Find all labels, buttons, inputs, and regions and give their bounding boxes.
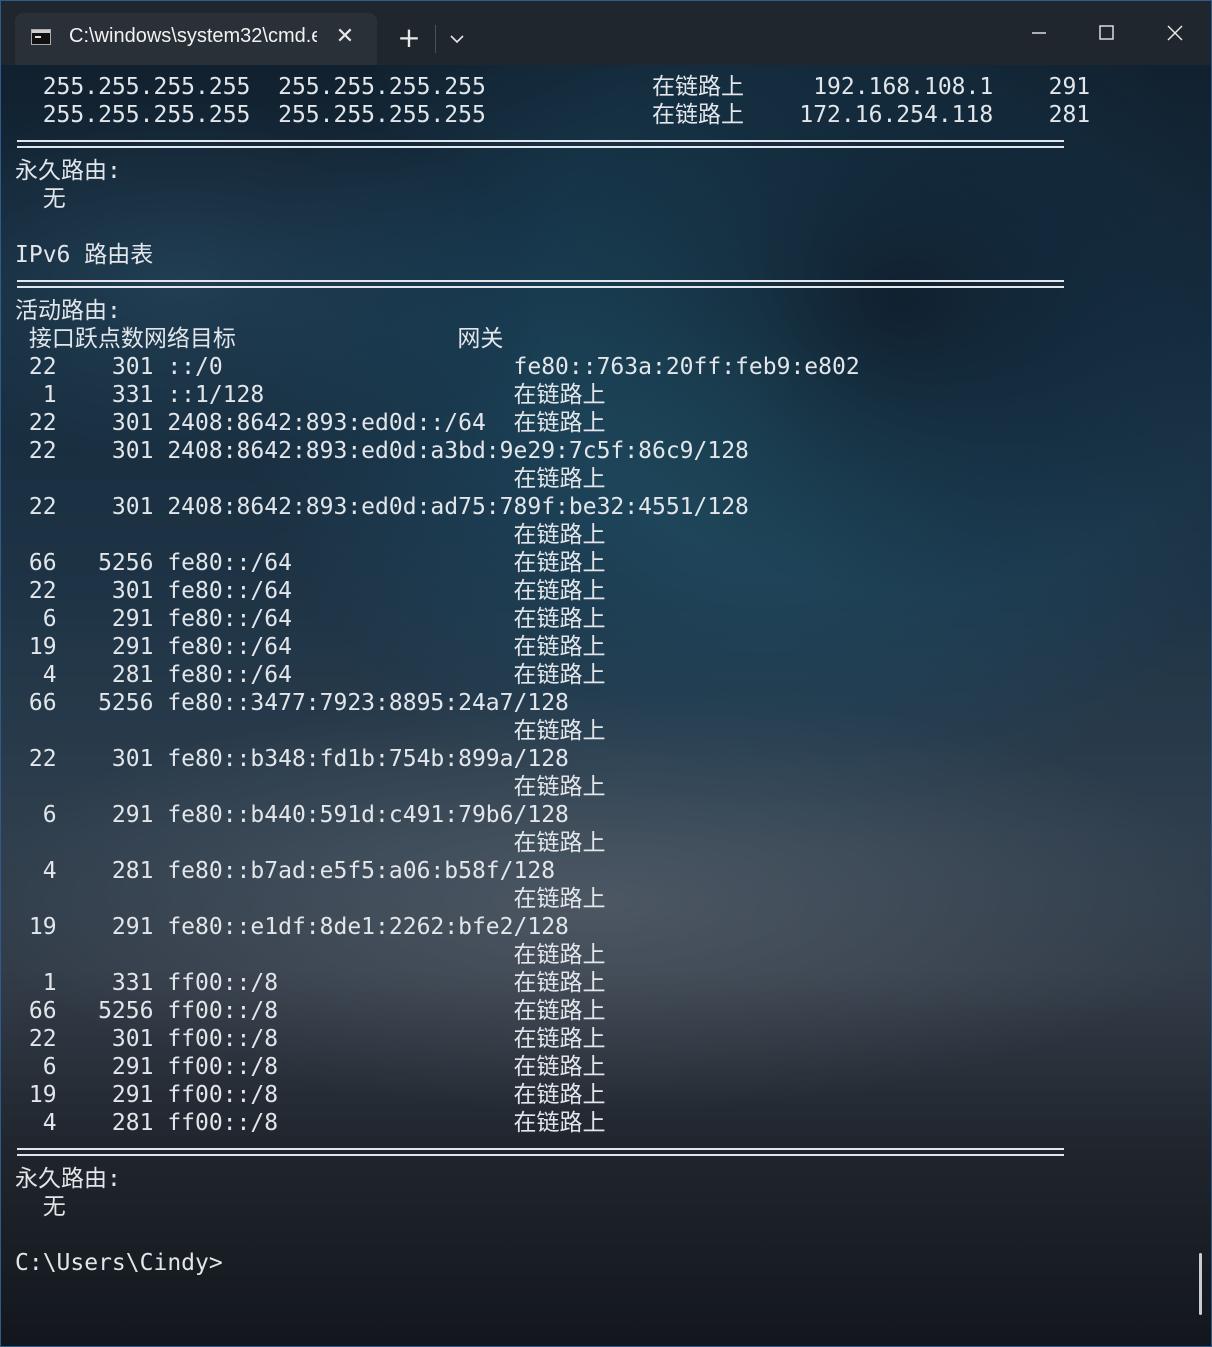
console-line: 在链路上 — [15, 886, 606, 912]
console-line: 22 301 ff00::/8 在链路上 — [15, 1026, 606, 1052]
terminal-window: C:\windows\system32\cmd.exe ✕ + 255.255.… — [0, 0, 1212, 1347]
console-line: 永久路由: — [15, 1166, 121, 1192]
maximize-icon — [1099, 25, 1114, 40]
console-line: 22 301 ::/0 fe80::763a:20ff:feb9:e802 — [15, 354, 860, 380]
console-line: 6 291 fe80::b440:591d:c491:79b6/128 — [15, 802, 569, 828]
console-line: 6 291 fe80::/64 在链路上 — [15, 606, 606, 632]
tab-divider — [435, 25, 436, 53]
console-line: 19 291 fe80::e1df:8de1:2262:bfe2/128 — [15, 914, 569, 940]
tab-cmd[interactable]: C:\windows\system32\cmd.exe ✕ — [15, 13, 377, 65]
console-line: 6 291 ff00::/8 在链路上 — [15, 1054, 606, 1080]
close-window-button[interactable] — [1141, 1, 1209, 63]
scrollbar-thumb[interactable] — [1199, 1253, 1202, 1315]
console-line: 接口跃点数网络目标 网关 — [15, 326, 504, 352]
console-line: 66 5256 fe80::3477:7923:8895:24a7/128 — [15, 690, 569, 716]
console-line: 4 281 fe80::/64 在链路上 — [15, 662, 606, 688]
title-bar[interactable]: C:\windows\system32\cmd.exe ✕ + — [1, 1, 1211, 65]
console-line: 66 5256 ff00::/8 在链路上 — [15, 998, 606, 1024]
console-line: IPv6 路由表 — [15, 242, 154, 268]
console-output[interactable]: 255.255.255.255 255.255.255.255 在链路上 192… — [15, 73, 1185, 1333]
close-icon[interactable]: ✕ — [331, 23, 359, 51]
console-line: 在链路上 — [15, 942, 606, 968]
console-line: C:\Users\Cindy> — [15, 1250, 223, 1276]
plus-icon[interactable]: + — [391, 21, 427, 57]
console-line: 1 331 ff00::/8 在链路上 — [15, 970, 606, 996]
console-line: 在链路上 — [15, 830, 606, 856]
minimize-icon — [1032, 32, 1046, 34]
tab-title: C:\windows\system32\cmd.exe — [69, 25, 317, 47]
console-line: 在链路上 — [15, 774, 606, 800]
separator-rule — [15, 1137, 1185, 1165]
console-line: 活动路由: — [15, 298, 121, 324]
separator-rule — [15, 129, 1185, 157]
console-line: 4 281 ff00::/8 在链路上 — [15, 1110, 606, 1136]
minimize-button[interactable] — [1005, 1, 1073, 63]
maximize-button[interactable] — [1073, 1, 1141, 63]
console-line: 255.255.255.255 255.255.255.255 在链路上 172… — [15, 102, 1091, 128]
console-line: 22 301 2408:8642:893:ed0d:ad75:789f:be32… — [15, 494, 749, 520]
console-line: 1 331 ::1/128 在链路上 — [15, 382, 606, 408]
console-line: 19 291 ff00::/8 在链路上 — [15, 1082, 606, 1108]
separator-rule — [15, 269, 1185, 297]
close-icon — [1167, 25, 1183, 41]
chevron-down-icon[interactable] — [441, 21, 473, 57]
console-line: 22 301 2408:8642:893:ed0d:a3bd:9e29:7c5f… — [15, 438, 749, 464]
console-line: 在链路上 — [15, 466, 606, 492]
console-line: 永久路由: — [15, 158, 121, 184]
console-line: 在链路上 — [15, 522, 606, 548]
console-line: 66 5256 fe80::/64 在链路上 — [15, 550, 606, 576]
console-line: 22 301 fe80::/64 在链路上 — [15, 578, 606, 604]
console-line: 4 281 fe80::b7ad:e5f5:a06:b58f/128 — [15, 858, 556, 884]
console-line: 19 291 fe80::/64 在链路上 — [15, 634, 606, 660]
console-line: 255.255.255.255 255.255.255.255 在链路上 192… — [15, 74, 1091, 100]
console-line: 22 301 2408:8642:893:ed0d::/64 在链路上 — [15, 410, 606, 436]
console-line: 无 — [15, 186, 66, 212]
terminal-icon — [31, 29, 51, 45]
console-line: 在链路上 — [15, 718, 606, 744]
console-line: 22 301 fe80::b348:fd1b:754b:899a/128 — [15, 746, 569, 772]
console-line: 无 — [15, 1194, 66, 1220]
